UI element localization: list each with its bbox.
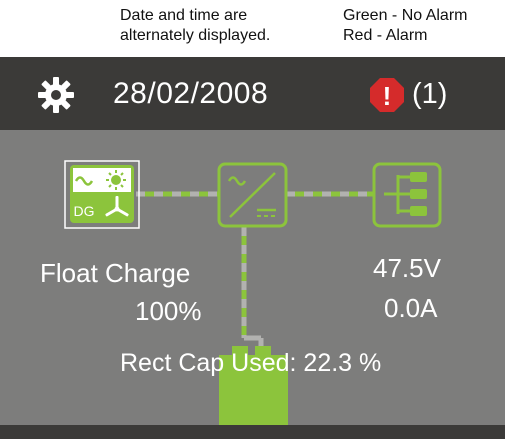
gear-icon[interactable] (37, 76, 75, 114)
alarm-icon[interactable]: ! (369, 77, 405, 113)
datetime-annotation: Date and time are alternately displayed. (120, 6, 270, 46)
datetime-annotation-line2: alternately displayed. (120, 27, 271, 44)
alarm-annotation-line1: Green - No Alarm (343, 7, 468, 24)
current-readout: 0.0A (384, 293, 438, 323)
alarm-count[interactable]: (1) (412, 74, 447, 114)
charge-mode: Float Charge (40, 258, 191, 288)
date-display: 28/02/2008 (113, 77, 269, 110)
voltage-readout: 47.5V (373, 253, 441, 283)
status-bar: 28/02/2008 ! (1) (0, 57, 505, 130)
load-distribution-icon[interactable] (372, 162, 442, 228)
ac-source-icon[interactable]: DG (64, 160, 140, 229)
alarm-annotation: Green - No Alarm Red - Alarm (343, 6, 467, 46)
controller-screen: 28/02/2008 ! (1) DG Float Charge 100% 47… (0, 57, 505, 439)
bottom-bar (0, 425, 505, 439)
ac-source-label: DG (74, 203, 95, 219)
alarm-annotation-line2: Red - Alarm (343, 27, 428, 44)
alarm-icon-glyph: ! (383, 81, 392, 111)
battery-percent: 100% (135, 296, 202, 326)
rectifier-icon[interactable] (217, 162, 288, 228)
rect-cap-used: Rect Cap Used: 22.3 % (120, 349, 382, 377)
datetime-annotation-line1: Date and time are (120, 7, 248, 24)
